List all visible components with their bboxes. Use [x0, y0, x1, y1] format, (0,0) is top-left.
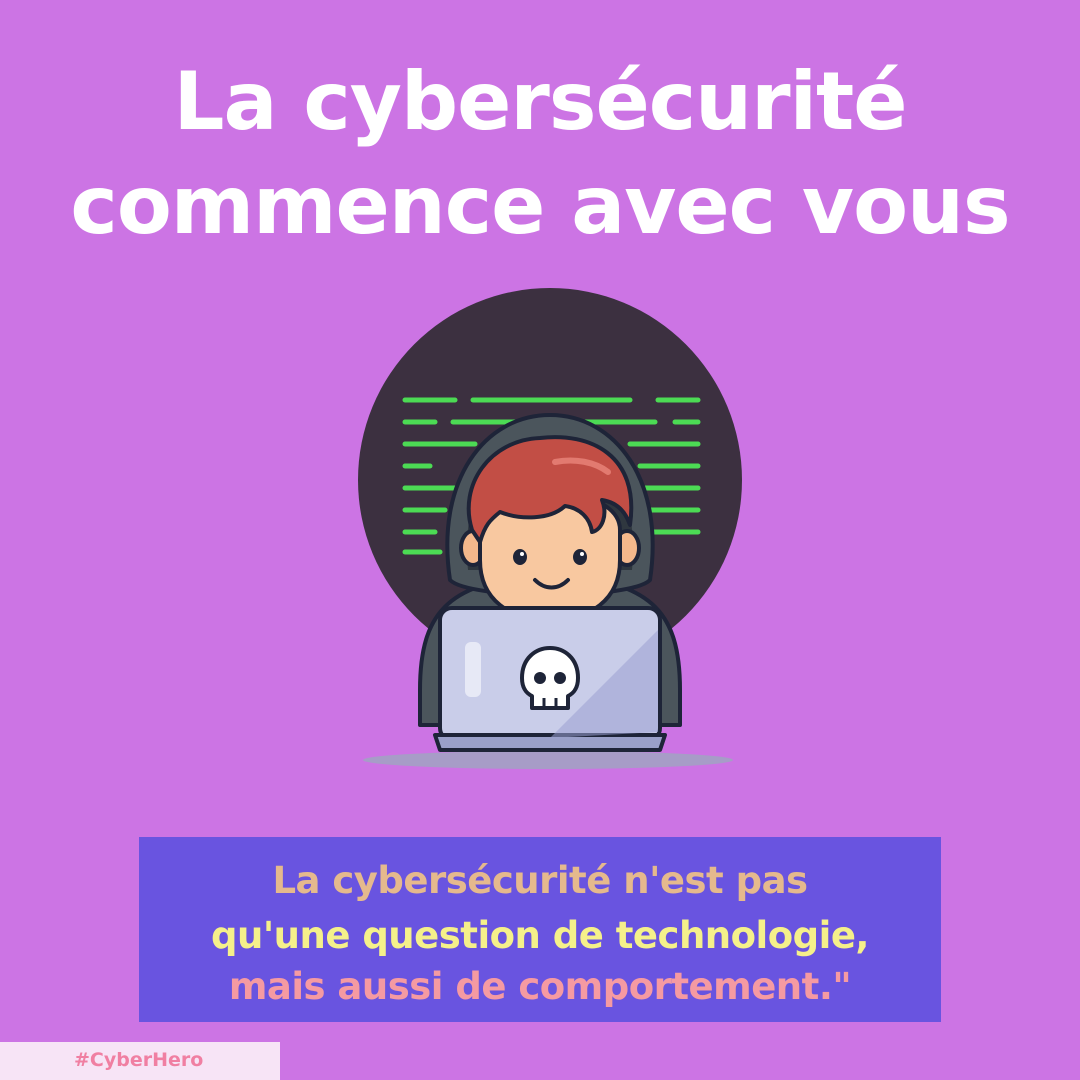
- hacker-at-laptop-icon: [358, 288, 742, 769]
- title-line-1: La cybersécurité: [173, 55, 908, 148]
- quote-line-2: qu'une question de technologie,: [211, 914, 869, 957]
- page-title: La cybersécurité commence avec vous: [0, 50, 1080, 258]
- poster: La cybersécurité commence avec vous La c…: [0, 0, 1080, 1080]
- quote-line-3: mais aussi de comportement.": [228, 965, 852, 1008]
- ground-shadow: [363, 751, 733, 769]
- quote-line-1: La cybersécurité n'est pas: [272, 859, 808, 902]
- skull-icon: [520, 646, 580, 710]
- quote-box: La cybersécurité n'est pas qu'une questi…: [139, 837, 941, 1022]
- hashtag-badge: #CyberHero: [0, 1042, 280, 1080]
- title-line-2: commence avec vous: [70, 159, 1010, 252]
- hashtag-label: #CyberHero: [74, 1049, 204, 1071]
- laptop-highlight: [465, 642, 481, 697]
